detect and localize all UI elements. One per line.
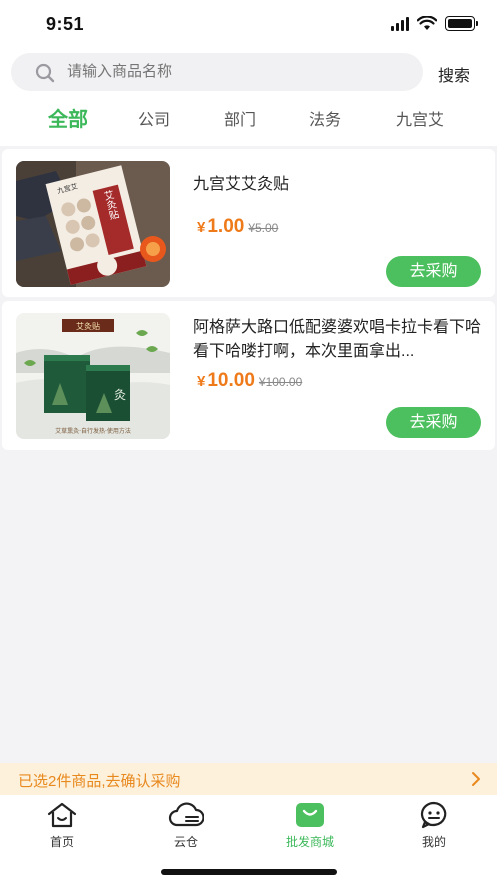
product-card[interactable]: 艾灸贴 九宫艾 九宫艾艾灸贴 ¥1.00 ¥5.00 去采购: [2, 149, 495, 297]
status-time: 9:51: [46, 14, 85, 34]
original-price: ¥100.00: [258, 375, 303, 389]
tab-home[interactable]: 首页: [12, 799, 112, 850]
product-image[interactable]: 艾灸贴 九宫艾: [16, 161, 170, 287]
tab-label: 云仓: [173, 835, 198, 849]
chat-face-icon: [420, 801, 447, 829]
shopping-bag-icon: [296, 803, 324, 827]
buy-button[interactable]: 去采购: [386, 256, 481, 287]
price-row: ¥10.00 ¥100.00: [197, 370, 302, 392]
category-tabs: 全部 公司 部门 法务 九宫艾: [0, 106, 497, 140]
cloud-warehouse-icon: [168, 802, 204, 827]
tab-all[interactable]: 全部: [48, 103, 88, 132]
status-bar: 9:51: [0, 0, 497, 50]
product-image-footer: 艾草熏灸·自行发热·使用方法: [55, 427, 131, 435]
product-image-banner: 艾灸贴: [76, 321, 100, 331]
selection-bar[interactable]: 已选2件商品,去确认采购: [0, 763, 497, 795]
product-title[interactable]: 阿格萨大路口低配婆婆欢唱卡拉卡看下哈看下哈喽打啊，本次里面拿出...: [193, 316, 483, 364]
tab-department[interactable]: 部门: [224, 106, 256, 130]
tab-label: 首页: [49, 835, 74, 849]
home-indicator: [161, 869, 337, 875]
product-image[interactable]: 艾灸贴 灸 艾草熏灸·自行发热·使用方法: [16, 313, 170, 439]
tab-cloud-warehouse[interactable]: 云仓: [136, 799, 236, 850]
tab-label: 批发商城: [285, 835, 334, 849]
tab-legal[interactable]: 法务: [309, 106, 341, 130]
tab-wholesale-mall[interactable]: 批发商城: [260, 799, 360, 850]
battery-icon: [445, 16, 478, 31]
wifi-icon: [417, 16, 437, 30]
tab-jiugongai[interactable]: 九宫艾: [396, 106, 444, 130]
status-icons: [391, 16, 478, 31]
tab-mine[interactable]: 我的: [384, 799, 484, 850]
price: ¥1.00: [197, 216, 245, 237]
price: ¥10.00: [197, 370, 255, 391]
product-title[interactable]: 九宫艾艾灸贴: [193, 173, 483, 197]
home-icon: [47, 802, 77, 828]
selection-text[interactable]: 已选2件商品,去确认采购: [18, 770, 181, 791]
price-row: ¥1.00 ¥5.00: [197, 216, 278, 238]
tab-label: 我的: [421, 835, 446, 849]
buy-button[interactable]: 去采购: [386, 407, 481, 438]
chevron-right-icon[interactable]: [471, 771, 481, 787]
product-card[interactable]: 艾灸贴 灸 艾草熏灸·自行发热·使用方法 阿格萨大路口低配婆婆欢唱卡拉卡看下哈看…: [2, 301, 495, 450]
search-input[interactable]: [67, 53, 407, 91]
tab-company[interactable]: 公司: [138, 106, 170, 130]
product-image-box-mark: 灸: [114, 388, 126, 402]
search-box[interactable]: [11, 53, 423, 91]
signal-icon: [391, 16, 409, 31]
search-button[interactable]: 搜索: [438, 62, 470, 86]
search-icon: [35, 63, 55, 83]
original-price: ¥5.00: [248, 221, 279, 235]
